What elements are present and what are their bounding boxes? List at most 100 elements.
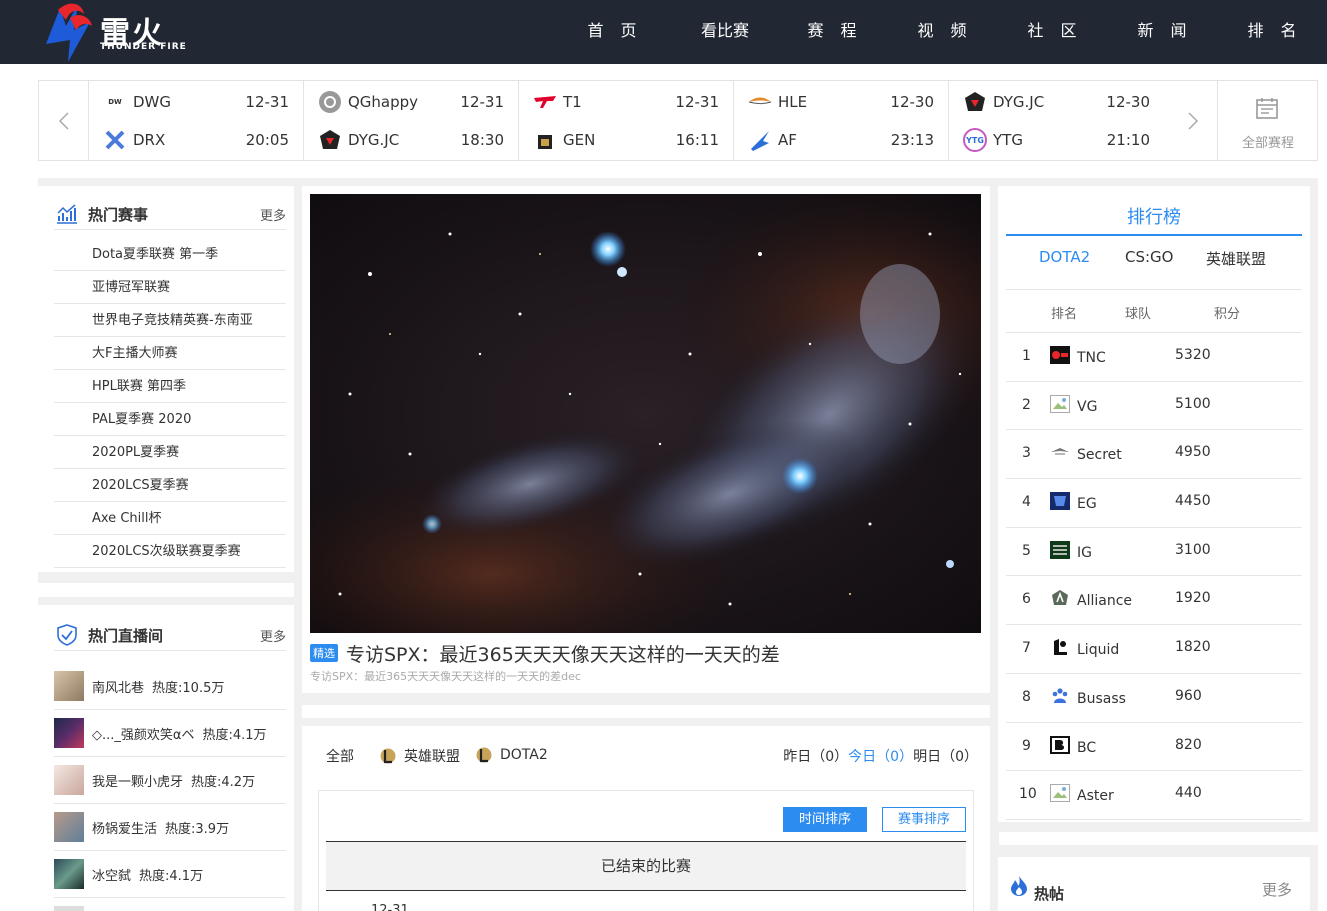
hot-posts-header: 热帖 更多	[1008, 871, 1302, 903]
rank-number: 3	[1022, 445, 1031, 462]
filter-dota2-label: DOTA2	[500, 747, 548, 763]
list-item[interactable]: Dota夏季联赛 第一季	[54, 238, 286, 271]
nav-watch[interactable]: 看比赛	[670, 0, 780, 64]
hot-events-more-link[interactable]: 更多	[260, 205, 286, 224]
table-row[interactable]: 5 IG 3100	[1006, 528, 1302, 577]
team-logo-icon	[318, 90, 342, 114]
team-score: 3100	[1175, 541, 1211, 558]
table-row[interactable]: 6 Alliance 1920	[1006, 576, 1302, 626]
schedule-match[interactable]: T1 12-31 GEN 16:11	[519, 81, 734, 160]
filter-lol[interactable]: 英雄联盟	[380, 746, 460, 766]
list-item[interactable]: PAL夏季赛 2020	[54, 403, 286, 436]
nav-news[interactable]: 新 闻	[1110, 0, 1220, 64]
tab-csgo[interactable]: CS:GO	[1125, 248, 1173, 266]
match-list-box: 时间排序 赛事排序 已结束的比赛 12-31	[318, 790, 974, 911]
table-row[interactable]: 8 Busass 960	[1006, 674, 1302, 723]
thunder-fire-logo-icon	[46, 3, 92, 62]
nav-video[interactable]: 视 频	[890, 0, 1000, 64]
schedule-match[interactable]: DW DWG 12-31 DRX 20:05	[89, 81, 304, 160]
day-yesterday[interactable]: 昨日（0）	[783, 749, 848, 765]
site-logo[interactable]: 雷火 THUNDER FIRE	[38, 0, 198, 64]
live-room-item[interactable]: 冰空弑 热度: 4.1万	[54, 851, 286, 898]
list-item[interactable]: 2020LCS次级联赛夏季赛	[54, 535, 286, 568]
nav-home[interactable]: 首 页	[560, 0, 670, 64]
table-row[interactable]: 2 VG 5100	[1006, 382, 1302, 431]
tab-dota2[interactable]: DOTA2	[1039, 248, 1090, 266]
avatar	[54, 859, 84, 889]
nebula-image	[310, 194, 981, 633]
sort-by-time-button[interactable]: 时间排序	[783, 807, 867, 832]
team-logo-icon	[533, 90, 557, 114]
match-time: 21:10	[1106, 131, 1150, 149]
lol-game-icon	[380, 748, 396, 764]
hot-live-list: 南风北巷 热度: 10.5万 ◇..._强颜欢笑αベ 热度: 4.1万 我是一颗小虎…	[54, 663, 286, 911]
live-room-item[interactable]: 南风北巷 热度: 10.5万	[54, 663, 286, 710]
chevron-left-icon	[58, 111, 69, 130]
filter-dota2[interactable]: DOTA2	[476, 746, 548, 764]
header-rank: 排名	[1051, 307, 1078, 322]
heat-label: 热度:	[152, 680, 183, 696]
list-item[interactable]: 大F主播大师赛	[54, 337, 286, 370]
sort-by-event-button[interactable]: 赛事排序	[882, 807, 966, 832]
team-logo-icon	[1050, 735, 1070, 754]
schedule-match[interactable]: QGhappy 12-31 DYG.JC 18:30	[304, 81, 519, 160]
team-score: 960	[1175, 687, 1202, 704]
table-row[interactable]: 4 EG 4450	[1006, 479, 1302, 528]
featured-article-link[interactable]: 精选 专访SPX：最近365天天天像天天这样的一天天的差	[310, 640, 981, 666]
rank-number: 7	[1022, 640, 1031, 657]
filter-all[interactable]: 全部	[326, 746, 354, 766]
table-row[interactable]: 9 BC 820	[1006, 723, 1302, 772]
team-name: HLE	[778, 93, 808, 111]
rank-number: 5	[1022, 542, 1031, 559]
heat-label: 热度:	[165, 821, 196, 837]
nav-community[interactable]: 社 区	[1000, 0, 1110, 64]
list-item[interactable]: Axe Chill杯	[54, 502, 286, 535]
match-time: 23:13	[890, 131, 934, 149]
rank-number: 4	[1022, 494, 1031, 511]
team-name: TNC	[1077, 350, 1106, 366]
table-row[interactable]: 1 TNC 5320	[1006, 333, 1302, 382]
list-item[interactable]: HPL联赛 第四季	[54, 370, 286, 403]
broken-image-icon	[1050, 784, 1070, 803]
table-row[interactable]: 3 Secret 4950	[1006, 430, 1302, 480]
schedule-prev-button[interactable]	[39, 81, 89, 160]
avatar	[54, 906, 84, 911]
match-date: 12-31	[371, 903, 409, 911]
list-item[interactable]: 亚博冠军联赛	[54, 271, 286, 304]
schedule-match[interactable]: DYG.JC 12-30 YTG YTG 21:10	[949, 81, 1164, 160]
list-item[interactable]: 2020LCS夏季赛	[54, 469, 286, 502]
list-item[interactable]: 2020PL夏季赛	[54, 436, 286, 469]
match-date: 12-31	[675, 93, 719, 111]
day-today[interactable]: 今日（0）	[848, 749, 913, 765]
match-time: 18:30	[460, 131, 504, 149]
team-name: QGhappy	[348, 93, 419, 111]
banner-image[interactable]	[310, 194, 981, 633]
hot-events-list: Dota夏季联赛 第一季 亚博冠军联赛 世界电子竞技精英赛-东南亚 大F主播大师…	[54, 238, 286, 568]
all-schedule-button[interactable]: 全部赛程	[1217, 81, 1317, 160]
ended-matches-header: 已结束的比赛	[326, 841, 966, 891]
list-item[interactable]: 世界电子竞技精英赛-东南亚	[54, 304, 286, 337]
live-room-item[interactable]: ◇..._强颜欢笑αベ 热度: 4.1万	[54, 710, 286, 757]
nav-ranking[interactable]: 排 名	[1220, 0, 1327, 64]
team-logo-icon	[1051, 448, 1069, 456]
team-name: Alliance	[1077, 593, 1133, 610]
heat-value: 10.5万	[182, 680, 225, 696]
schedule-next-button[interactable]	[1169, 81, 1217, 160]
schedule-match[interactable]: HLE 12-30 AF 23:13	[734, 81, 949, 160]
streamer-name: 冰空弑	[92, 868, 132, 884]
match-time: 20:05	[245, 131, 289, 149]
team-name: DWG	[133, 93, 172, 111]
live-room-item[interactable]: 我是一颗小虎牙 热度: 4.2万	[54, 757, 286, 804]
day-tomorrow[interactable]: 明日（0）	[913, 749, 978, 765]
nav-schedule[interactable]: 赛 程	[780, 0, 890, 64]
live-room-item[interactable]	[54, 898, 286, 911]
table-row[interactable]: 10 Aster 440	[1006, 771, 1302, 820]
tab-lol[interactable]: 英雄联盟	[1206, 248, 1266, 269]
match-date: 12-30	[1106, 93, 1150, 111]
live-room-item[interactable]: 杨锅爱生活 热度: 3.9万	[54, 804, 286, 851]
hot-live-more-link[interactable]: 更多	[260, 626, 286, 645]
table-row[interactable]: 7 Liquid 1820	[1006, 625, 1302, 674]
featured-subtitle: 专访SPX：最近365天天天像天天这样的一天天的差dec	[310, 670, 581, 683]
heat-label: 热度:	[202, 727, 233, 743]
hot-posts-more-link[interactable]: 更多	[1262, 879, 1292, 900]
